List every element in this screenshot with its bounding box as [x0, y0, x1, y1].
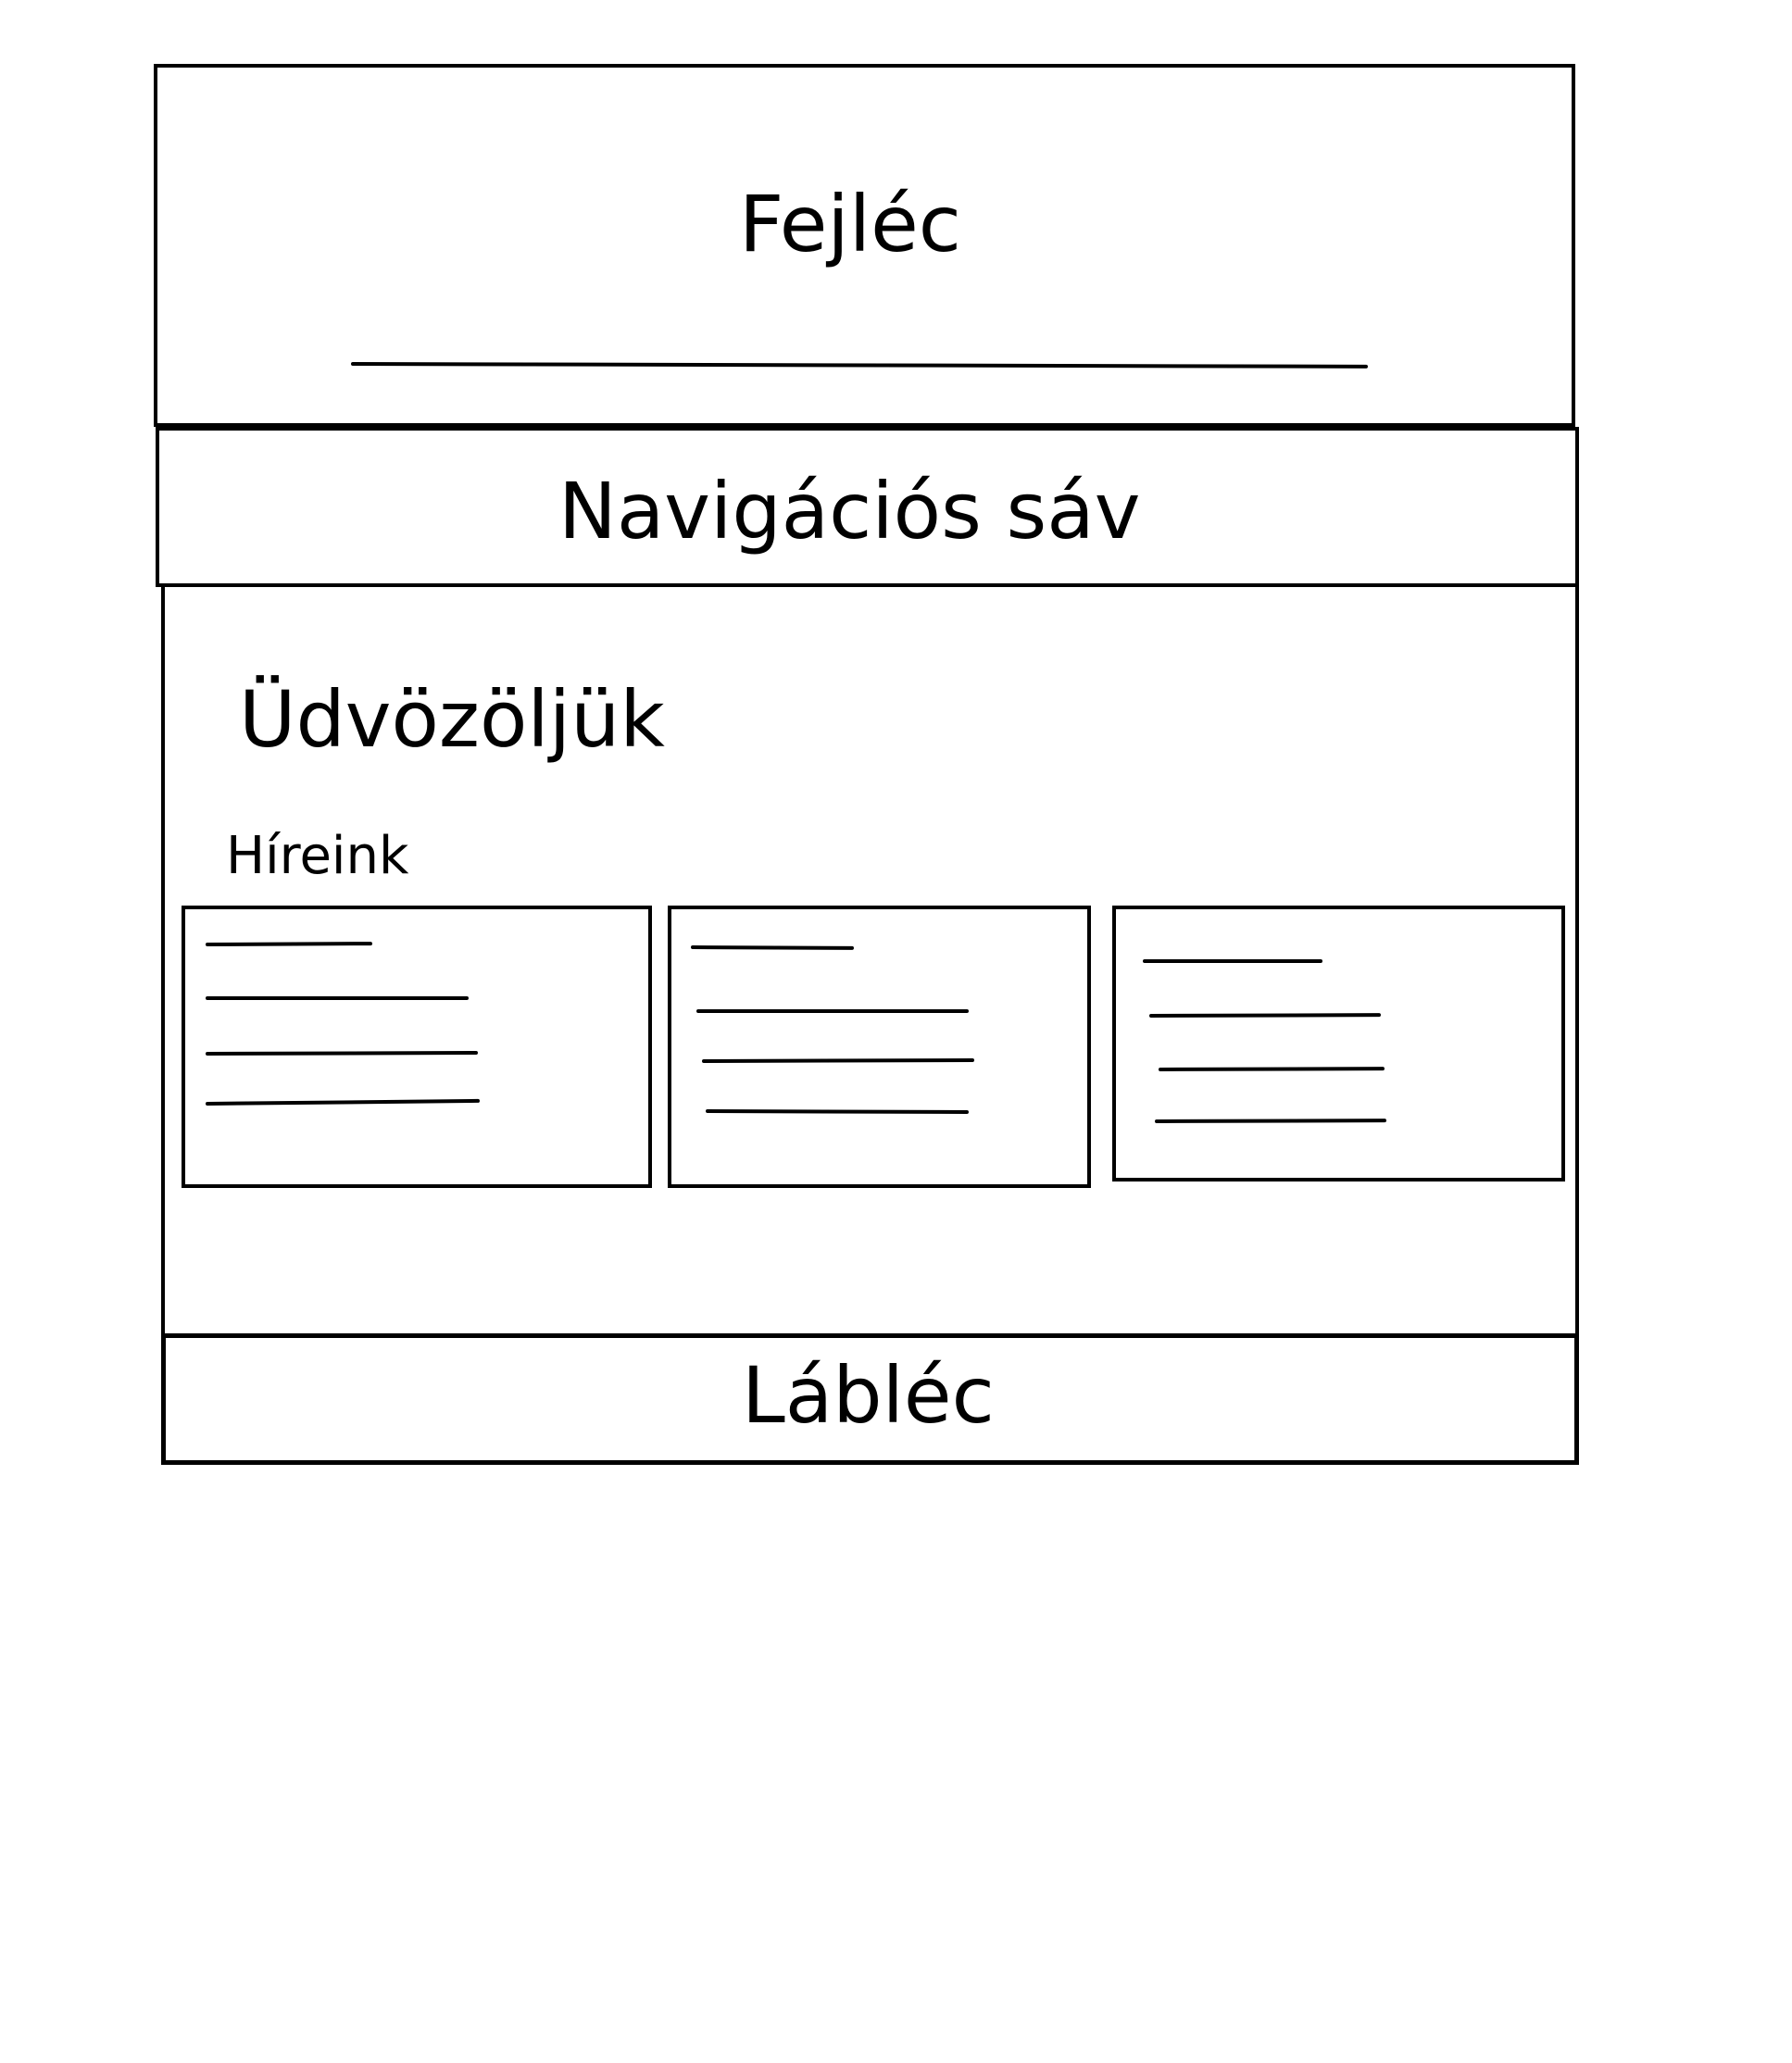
news-card — [182, 906, 652, 1188]
welcome-heading: Üdvözöljük — [239, 674, 665, 765]
footer-label: Lábléc — [742, 1350, 995, 1441]
header-label: Fejléc — [739, 179, 961, 269]
news-card-text-line — [206, 996, 469, 1000]
news-card-text-line — [1158, 1067, 1385, 1071]
news-card — [1112, 906, 1565, 1182]
news-card-title-line — [1143, 959, 1322, 963]
news-card-text-line — [696, 1009, 969, 1013]
news-heading: Híreink — [226, 826, 409, 886]
nav-label: Navigációs sáv — [558, 466, 1141, 556]
